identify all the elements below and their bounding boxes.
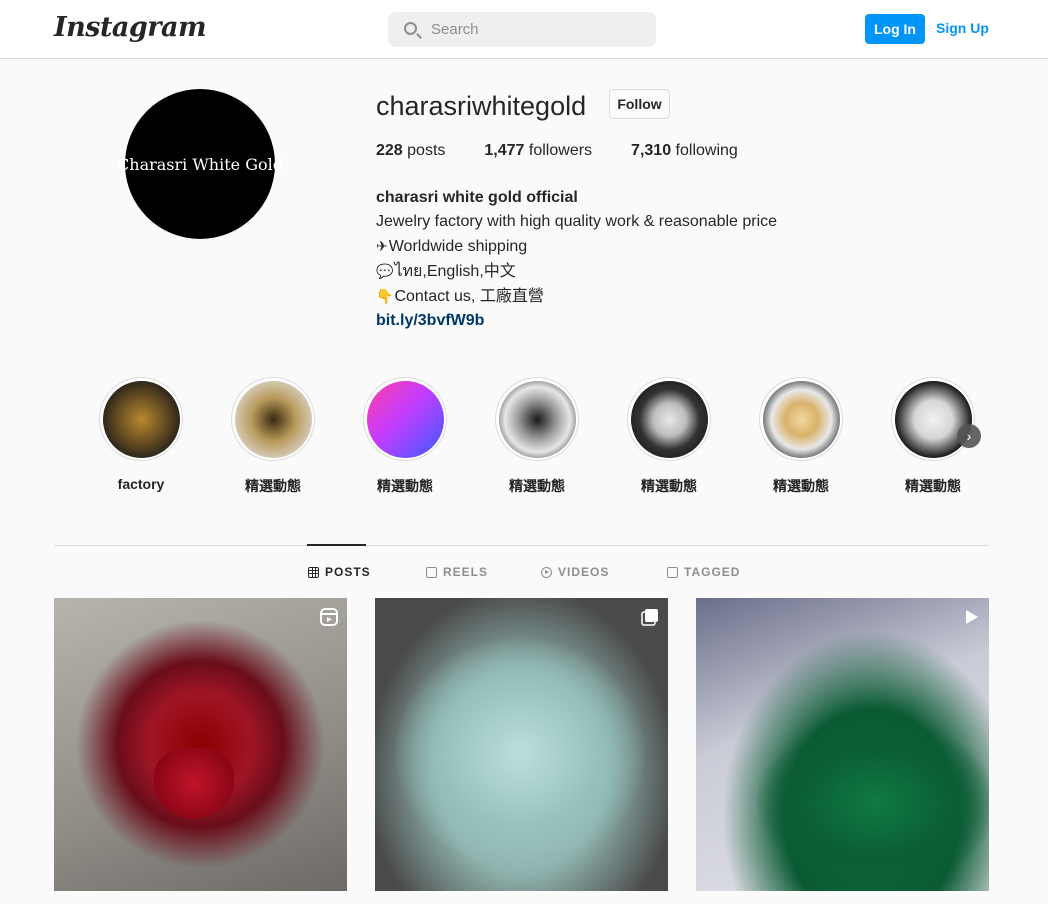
highlight-ring [627, 377, 711, 461]
signup-link[interactable]: Sign Up [936, 20, 989, 36]
post-thumbnail[interactable] [375, 598, 668, 891]
tab-tagged[interactable]: TAGGED [667, 565, 740, 579]
bio-line-text: ไทย,English,中文 [394, 263, 516, 280]
avatar-text: Charasri White Gold [117, 154, 283, 174]
tab-label: REELS [443, 565, 489, 579]
highlight-label: 精選動態 [773, 478, 829, 494]
highlight-cover [762, 380, 840, 458]
following-count: 7,310 [631, 142, 672, 159]
video-icon [966, 610, 978, 624]
tagged-icon [667, 566, 678, 578]
profile-stats: 228 posts 1,477 followers 7,310 followin… [376, 142, 777, 160]
top-nav: Instagram Search Log In Sign Up [0, 0, 1048, 59]
grid-icon [308, 566, 319, 578]
followers-label: followers [528, 142, 593, 159]
reels-icon [320, 608, 338, 626]
highlight-label: 精選動態 [509, 478, 565, 494]
following-label: following [675, 142, 738, 159]
highlight-cover [630, 380, 708, 458]
highlight-ring [99, 377, 183, 461]
highlight-label: 精選動態 [245, 478, 301, 494]
search-input[interactable]: Search [388, 12, 656, 47]
bio-name: charasri white gold official [376, 189, 578, 206]
carousel-icon [641, 609, 658, 626]
highlight-ring [891, 377, 975, 461]
emeralds-image-detail [756, 718, 989, 888]
follow-button[interactable]: Follow [609, 89, 670, 119]
reels-icon [426, 566, 437, 578]
tabs-divider [54, 545, 989, 546]
posts-stat: 228 posts [376, 142, 445, 160]
bio: charasri white gold official Jewelry fac… [376, 186, 777, 333]
highlight-ring [495, 377, 579, 461]
followers-count: 1,477 [484, 142, 525, 159]
highlight-item[interactable]: 精選動態 [363, 377, 447, 496]
post-thumbnail[interactable] [696, 598, 989, 891]
tab-videos[interactable]: VIDEOS [541, 565, 609, 579]
search-icon [404, 22, 417, 35]
highlight-label: 精選動態 [641, 478, 697, 494]
bio-line: 👇Contact us, 工廠直營 [376, 284, 777, 309]
highlight-label: 精選動態 [905, 478, 961, 494]
followers-stat[interactable]: 1,477 followers [484, 142, 592, 160]
play-circle-icon [541, 566, 552, 578]
bio-line: Jewelry factory with high quality work &… [376, 213, 778, 230]
highlight-cover [894, 380, 972, 458]
highlight-item[interactable]: factory [99, 377, 183, 492]
highlight-ring [363, 377, 447, 461]
pointing-hand-icon: 👇 [376, 288, 394, 304]
highlight-ring [759, 377, 843, 461]
tab-label: POSTS [325, 565, 371, 579]
speech-icon: 💬 [376, 263, 394, 279]
username: charasriwhitegold [376, 91, 587, 121]
highlight-item[interactable]: 精選動態 [759, 377, 843, 496]
ruby-image-detail [154, 748, 234, 818]
following-stat[interactable]: 7,310 following [631, 142, 738, 160]
highlight-label: factory [117, 476, 165, 492]
bio-line-text: Contact us, 工廠直營 [394, 288, 544, 305]
highlight-item[interactable]: 精選動態 [231, 377, 315, 496]
instagram-logo[interactable]: Instagram [54, 12, 207, 43]
gemstones-image-detail [395, 638, 645, 868]
tab-label: VIDEOS [558, 565, 610, 579]
tab-label: TAGGED [684, 565, 741, 579]
highlight-cover [102, 380, 180, 458]
bio-link[interactable]: bit.ly/3bvfW9b [376, 309, 777, 333]
bio-line: 💬ไทย,English,中文 [376, 259, 777, 284]
search-placeholder: Search [431, 21, 479, 38]
highlight-cover [366, 380, 444, 458]
plane-icon: ✈ [376, 238, 388, 254]
highlight-item[interactable]: 精選動態 [495, 377, 579, 496]
highlight-cover [498, 380, 576, 458]
highlight-cover [234, 380, 312, 458]
tab-reels[interactable]: REELS [426, 565, 488, 579]
post-thumbnail[interactable] [54, 598, 347, 891]
chevron-right-icon[interactable]: › [957, 424, 981, 448]
highlight-ring [231, 377, 315, 461]
bio-line-text: Worldwide shipping [388, 238, 528, 255]
highlight-item[interactable]: 精選動態 [627, 377, 711, 496]
avatar[interactable]: Charasri White Gold [117, 89, 283, 239]
posts-label: posts [407, 142, 446, 159]
login-button[interactable]: Log In [865, 14, 925, 44]
tab-posts[interactable]: POSTS [308, 565, 371, 579]
bio-line: ✈Worldwide shipping [376, 234, 777, 259]
highlight-label: 精選動態 [377, 478, 433, 494]
active-tab-indicator [307, 544, 366, 546]
posts-count: 228 [376, 142, 403, 159]
